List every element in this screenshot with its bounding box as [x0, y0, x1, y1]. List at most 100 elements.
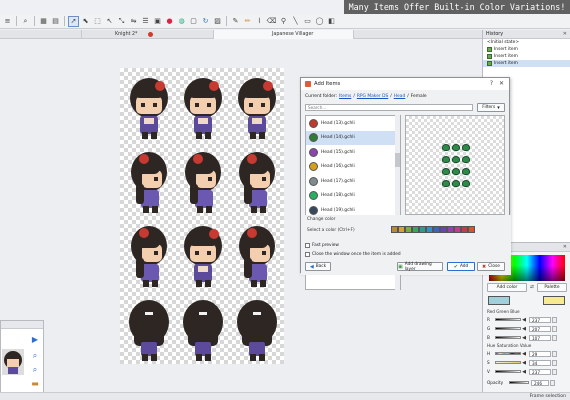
spinner-icon[interactable] — [552, 325, 557, 332]
flip-icon[interactable]: ⇋ — [128, 16, 139, 27]
transform-icon[interactable]: ⤡ — [116, 16, 127, 27]
rectangle-icon[interactable]: ▭ — [302, 16, 313, 27]
palette-swatch[interactable] — [440, 226, 447, 233]
blue-slider[interactable] — [495, 336, 521, 339]
history-item-selected[interactable]: Insert item — [483, 60, 570, 67]
palette-swatch[interactable] — [398, 226, 405, 233]
swap-icon[interactable]: ⇄ — [529, 283, 535, 292]
fast-preview-checkbox[interactable]: Fast preview — [305, 243, 339, 248]
close-icon[interactable]: ✕ — [563, 31, 567, 37]
palette-swatch[interactable] — [433, 226, 440, 233]
close-icon[interactable]: ✕ — [563, 244, 567, 250]
value-slider[interactable] — [495, 370, 521, 373]
refresh-icon[interactable]: ↻ — [200, 16, 211, 27]
pencil-icon[interactable]: ✏ — [242, 16, 253, 27]
cursor-icon[interactable]: ↖ — [104, 16, 115, 27]
secondary-color-chip[interactable] — [543, 296, 565, 305]
help-icon[interactable]: ? — [490, 80, 493, 87]
grid-icon[interactable]: ▦ — [38, 16, 49, 27]
history-item[interactable]: <Initial state> — [483, 39, 570, 46]
saturation-slider[interactable] — [495, 361, 521, 364]
blue-value[interactable]: 107 — [529, 334, 551, 341]
add-drawing-layer-button[interactable]: ▣ Add drawing layer — [397, 262, 443, 272]
zoom-out-icon[interactable]: ⌕ — [30, 365, 40, 375]
checkbox-box[interactable] — [305, 252, 310, 257]
red-slider[interactable] — [495, 318, 521, 321]
pen-icon[interactable]: ✎ — [230, 16, 241, 27]
breadcrumb-head[interactable]: Head — [394, 94, 405, 99]
file-list-item[interactable]: Head (18).gchli — [306, 189, 400, 204]
palette-swatch[interactable] — [419, 226, 426, 233]
ellipse-icon[interactable]: ◯ — [314, 16, 325, 27]
scrollbar-thumb[interactable] — [395, 153, 400, 167]
hue-value[interactable]: 29 — [529, 350, 551, 357]
spinner-icon[interactable] — [552, 359, 557, 366]
palette-swatch[interactable] — [391, 226, 398, 233]
breadcrumb-rpg-maker[interactable]: RPG Maker DS — [357, 94, 388, 99]
layers-icon[interactable]: ☰ — [140, 16, 151, 27]
breadcrumb-items[interactable]: Items — [339, 94, 351, 99]
book-icon[interactable]: ▬ — [30, 379, 40, 389]
spinner-icon[interactable] — [552, 316, 557, 323]
tab-japanese-villager[interactable]: Japanese Villager — [214, 30, 354, 39]
spinner-icon[interactable] — [552, 350, 557, 357]
grid-alt-icon[interactable]: ▤ — [50, 16, 61, 27]
opacity-slider[interactable] — [509, 381, 529, 384]
palette-swatch[interactable] — [405, 226, 412, 233]
primary-color-chip[interactable] — [488, 296, 510, 305]
file-list-item[interactable]: Head (15).gchli — [306, 145, 400, 160]
tab-blank[interactable] — [0, 30, 82, 39]
add-color-button[interactable]: Add color — [487, 283, 527, 292]
frame-icon[interactable]: ▢ — [188, 16, 199, 27]
color-wheel-icon[interactable]: ● — [164, 16, 175, 27]
play-icon[interactable]: ▶ — [30, 335, 40, 345]
opacity-value[interactable]: 246 — [531, 379, 549, 386]
red-value[interactable]: 237 — [529, 316, 551, 323]
eraser-icon[interactable]: ⌫ — [266, 16, 277, 27]
green-value[interactable]: 207 — [529, 325, 551, 332]
select-arrow-icon[interactable]: ➚ — [68, 15, 79, 27]
green-slider[interactable] — [495, 327, 521, 330]
palette-swatch[interactable] — [447, 226, 454, 233]
palette-swatch[interactable] — [412, 226, 419, 233]
grid-layers-icon[interactable]: ▣ — [152, 16, 163, 27]
navigator-titlebar[interactable] — [1, 321, 43, 329]
palette-swatch[interactable] — [426, 226, 433, 233]
palette-swatch[interactable] — [468, 226, 475, 233]
saturation-value[interactable]: 34 — [529, 359, 551, 366]
sprite-sheet[interactable] — [120, 68, 284, 364]
menu-icon[interactable]: ≡ — [2, 16, 13, 27]
picker-icon[interactable]: ⚲ — [278, 16, 289, 27]
value-value[interactable]: 237 — [529, 368, 551, 375]
checkbox-box[interactable] — [305, 243, 310, 248]
line-icon[interactable]: ╲ — [290, 16, 301, 27]
back-button[interactable]: ◀ Back — [305, 262, 331, 271]
history-item[interactable]: Insert item — [483, 46, 570, 53]
image-icon[interactable]: ▨ — [212, 16, 223, 27]
add-button[interactable]: ✔ Add — [447, 262, 475, 271]
move-arrow-icon[interactable]: ⬉ — [80, 16, 91, 27]
palette-swatch[interactable] — [461, 226, 468, 233]
dialog-titlebar[interactable]: Add Items ? ✕ — [301, 78, 509, 90]
hue-slider[interactable] — [495, 352, 521, 355]
file-list-item[interactable]: Head (16).gchli — [306, 160, 400, 175]
history-item[interactable]: Insert item — [483, 53, 570, 60]
file-list-item[interactable]: Head (14).gchli — [306, 130, 400, 145]
search-input[interactable]: Search... — [305, 104, 473, 111]
filters-button[interactable]: Filters ▾ — [477, 103, 505, 112]
marquee-icon[interactable]: ⬚ — [92, 16, 103, 27]
fill-icon[interactable]: ◧ — [326, 16, 337, 27]
zoom-in-icon[interactable]: ⌕ — [30, 351, 40, 361]
file-list-item[interactable]: Head (13).gchli — [306, 116, 400, 131]
file-list-item[interactable]: Head (17).gchli — [306, 174, 400, 189]
spinner-icon[interactable] — [552, 368, 557, 375]
close-window-checkbox[interactable]: Close the window once the item is added — [305, 252, 401, 257]
palette-swatch[interactable] — [454, 226, 461, 233]
globe-icon[interactable]: ◍ — [176, 16, 187, 27]
zoom-icon[interactable]: ⌕ — [20, 16, 31, 27]
palette-button[interactable]: Palette — [537, 283, 567, 292]
spinner-icon[interactable] — [552, 334, 557, 341]
close-icon[interactable]: ✕ — [499, 80, 504, 87]
brush-icon[interactable]: ⌇ — [254, 16, 265, 27]
spinner-icon[interactable] — [550, 379, 555, 386]
